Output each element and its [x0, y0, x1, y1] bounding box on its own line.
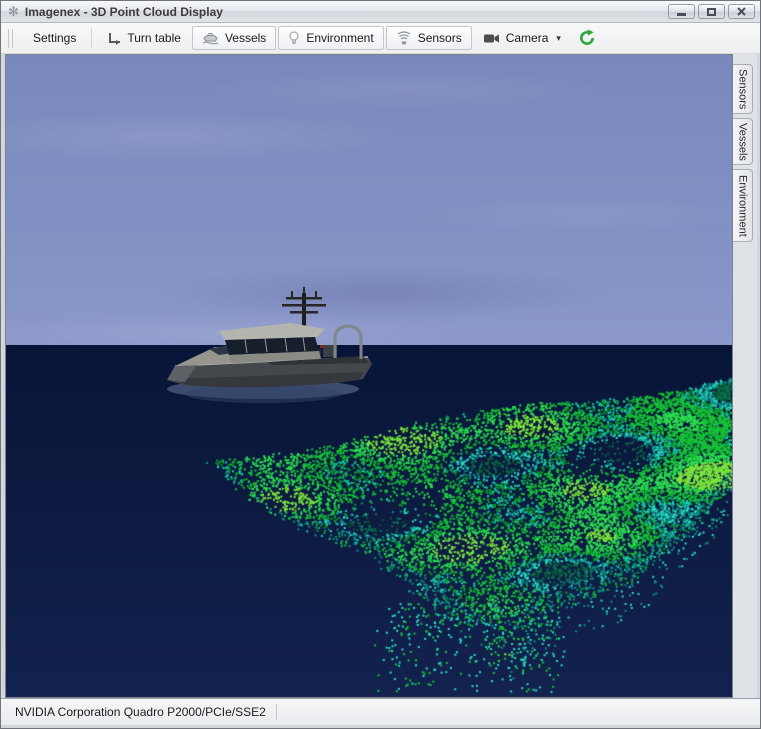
tab-sensors-label: Sensors	[737, 69, 749, 109]
survey-vessel-model	[163, 285, 375, 407]
environment-label: Environment	[306, 31, 373, 45]
status-separator	[276, 704, 277, 720]
camera-label: Camera	[506, 31, 549, 45]
toolbar-grip[interactable]	[8, 29, 13, 48]
window-title: Imagenex - 3D Point Cloud Display	[25, 5, 223, 19]
refresh-button[interactable]	[571, 26, 603, 50]
turn-table-button[interactable]: Turn table	[97, 26, 191, 50]
close-button[interactable]	[728, 4, 755, 19]
title-bar[interactable]: ✻ Imagenex - 3D Point Cloud Display	[1, 1, 760, 23]
status-bar: NVIDIA Corporation Quadro P2000/PCIe/SSE…	[1, 698, 760, 725]
minimize-button[interactable]	[668, 4, 695, 19]
tab-environment[interactable]: Environment	[733, 169, 753, 242]
sensors-label: Sensors	[418, 31, 462, 45]
close-icon	[737, 7, 746, 16]
window-controls	[668, 4, 755, 19]
tab-environment-label: Environment	[737, 175, 749, 237]
tab-sensors[interactable]: Sensors	[733, 64, 753, 114]
gpu-status-text: NVIDIA Corporation Quadro P2000/PCIe/SSE…	[15, 705, 266, 719]
vessels-label: Vessels	[225, 31, 266, 45]
settings-label: Settings	[33, 31, 76, 45]
settings-button[interactable]: Settings	[23, 26, 86, 50]
camera-icon	[483, 33, 500, 44]
app-icon: ✻	[8, 5, 19, 18]
maximize-button[interactable]	[698, 4, 725, 19]
lightbulb-icon	[288, 31, 300, 46]
toolbar: Settings Turn table Vessels En	[1, 23, 760, 54]
minimize-icon	[677, 13, 686, 16]
camera-button[interactable]: Camera ▾	[473, 26, 571, 50]
app-window: ✻ Imagenex - 3D Point Cloud Display Sett…	[0, 0, 761, 729]
sensors-button[interactable]: Sensors	[386, 26, 472, 50]
tab-vessels-label: Vessels	[737, 123, 749, 161]
toolbar-separator	[91, 28, 92, 48]
vessels-button[interactable]: Vessels	[192, 26, 276, 50]
turn-table-label: Turn table	[127, 31, 181, 45]
vessel-icon	[202, 32, 219, 45]
environment-button[interactable]: Environment	[278, 26, 383, 50]
refresh-icon	[578, 29, 596, 47]
side-tab-strip: Sensors Vessels Environment	[733, 54, 757, 698]
turn-table-icon	[107, 32, 121, 45]
3d-viewport[interactable]	[5, 54, 733, 698]
sonar-icon	[396, 31, 412, 45]
main-content: Sensors Vessels Environment	[5, 54, 757, 698]
camera-dropdown-caret: ▾	[556, 33, 561, 44]
tab-vessels[interactable]: Vessels	[733, 118, 753, 165]
maximize-icon	[707, 8, 716, 16]
